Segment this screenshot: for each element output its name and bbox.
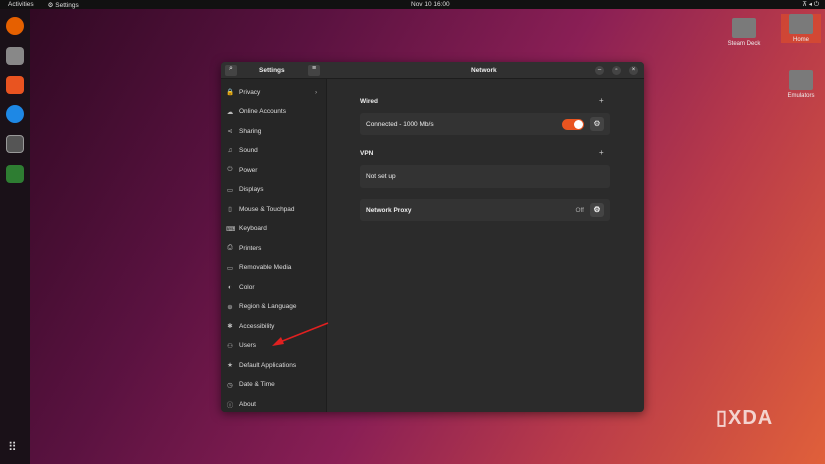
xda-watermark: ▯XDA [716,407,774,429]
annotation-arrow [272,322,329,346]
